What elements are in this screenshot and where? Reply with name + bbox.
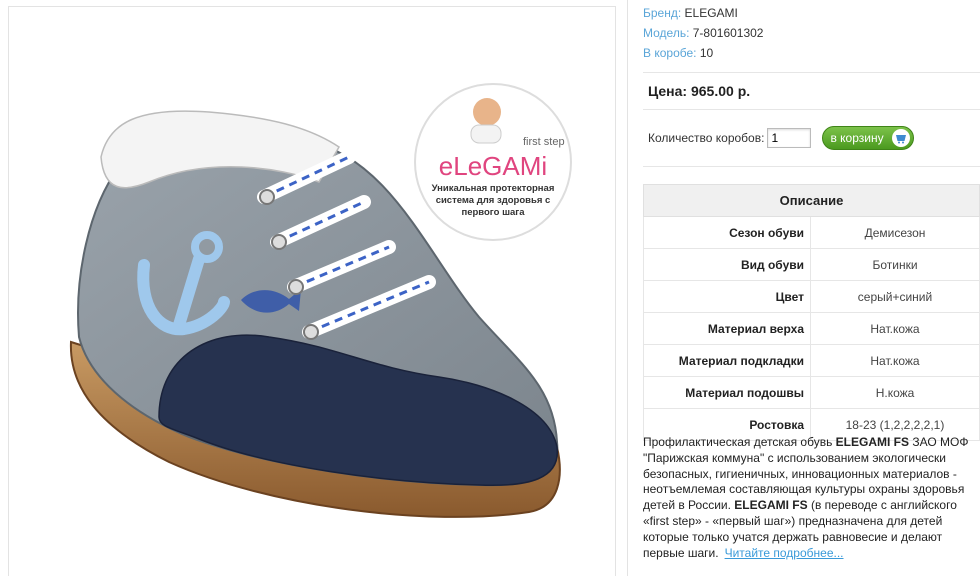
spec-value: Н.кожа xyxy=(810,376,980,409)
spec-value: Нат.кожа xyxy=(810,344,980,377)
divider xyxy=(643,166,980,167)
add-to-cart-label: в корзину xyxy=(830,131,884,145)
spec-row: Материал подкладки Нат.кожа xyxy=(643,344,980,377)
spec-key: Материал подошвы xyxy=(643,376,811,409)
spec-row: Материал верха Нат.кожа xyxy=(643,312,980,345)
logo-tagline-1: Уникальная протекторная xyxy=(432,183,555,194)
brand-row: Бренд: ELEGAMI xyxy=(643,3,980,23)
brand-label: Бренд: xyxy=(643,6,682,20)
spec-value: Ботинки xyxy=(810,248,980,281)
spec-table-header: Описание xyxy=(643,184,980,217)
product-meta: Бренд: ELEGAMI Модель: 7-801601302 В кор… xyxy=(628,0,980,63)
logo-first-step: first step xyxy=(523,136,565,148)
spec-value: серый+синий xyxy=(810,280,980,313)
quantity-label: Количество коробов: xyxy=(648,131,765,145)
description-text: Профилактическая детская обувь xyxy=(643,435,836,449)
price: Цена: 965.00 р. xyxy=(648,83,751,99)
box-count-row: В коробе: 10 xyxy=(643,43,980,63)
spec-key: Материал подкладки xyxy=(643,344,811,377)
logo-brand: eLeGAMi xyxy=(439,151,547,181)
box-count-label: В коробе: xyxy=(643,46,697,60)
spec-table: Описание Сезон обуви Демисезон Вид обуви… xyxy=(643,184,980,441)
spec-row: Сезон обуви Демисезон xyxy=(643,216,980,249)
description-brand: ELEGAMI FS xyxy=(835,435,909,449)
spec-key: Сезон обуви xyxy=(643,216,811,249)
spec-row: Вид обуви Ботинки xyxy=(643,248,980,281)
spec-value: Нат.кожа xyxy=(810,312,980,345)
description-brand: ELEGAMI FS xyxy=(734,498,808,513)
quantity-input[interactable] xyxy=(767,128,812,148)
spec-key: Материал верха xyxy=(643,312,811,345)
cart-icon xyxy=(892,129,911,147)
product-image: first step eLeGAMi Уникальная протекторн… xyxy=(69,83,572,518)
model-row: Модель: 7-801601302 xyxy=(643,23,980,43)
model-value: 7-801601302 xyxy=(692,26,764,40)
spec-row: Материал подошвы Н.кожа xyxy=(643,376,980,409)
add-to-cart-button[interactable]: в корзину xyxy=(822,126,915,150)
logo-tagline-2: система для здоровья с xyxy=(436,195,551,206)
brand-value: ELEGAMI xyxy=(684,6,738,20)
product-description: Профилактическая детская обувь ELEGAMI F… xyxy=(643,435,978,561)
logo-tagline-3: первого шага xyxy=(461,207,525,218)
spec-key: Вид обуви xyxy=(643,248,811,281)
spec-key: Цвет xyxy=(643,280,811,313)
product-image-frame[interactable]: first step eLeGAMi Уникальная протекторн… xyxy=(8,6,616,576)
box-count-value: 10 xyxy=(699,46,714,60)
read-more-link[interactable]: Читайте подробнее... xyxy=(725,546,844,560)
model-label: Модель: xyxy=(643,26,690,40)
spec-row: Цвет серый+синий xyxy=(643,280,980,313)
order-row: Количество коробов: в корзину xyxy=(628,110,980,166)
spec-value: Демисезон xyxy=(810,216,980,249)
